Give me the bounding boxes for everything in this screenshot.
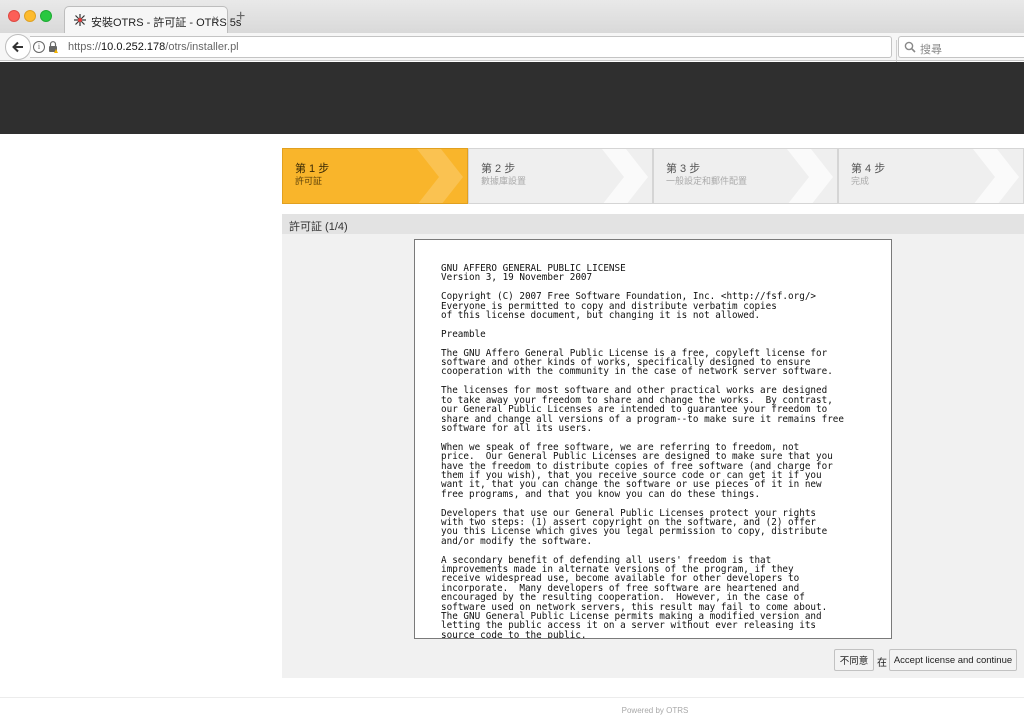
step-1: 第 1 步 許可証	[282, 148, 468, 204]
panel-header: 許可証 (1/4)	[282, 214, 1024, 234]
license-panel: 許可証 (1/4) GNU AFFERO GENERAL PUBLIC LICE…	[282, 214, 1024, 678]
info-icon[interactable]: i	[33, 41, 45, 53]
or-text: 在	[877, 658, 887, 669]
powered-by-footer: Powered by OTRS	[621, 706, 689, 715]
otrs-favicon-icon	[74, 14, 86, 26]
step-4: 第 4 步 完成	[838, 148, 1024, 204]
search-box[interactable]: 搜尋	[898, 36, 1024, 58]
lock-warning-icon[interactable]	[48, 41, 58, 53]
step-sub: 一般設定和郵件配置	[666, 176, 748, 186]
step-sub: 數據庫設置	[481, 176, 527, 186]
browser-navbar: i https://10.0.252.178/otrs/installer.pl…	[0, 33, 1024, 62]
back-button[interactable]	[5, 34, 31, 60]
browser-titlebar: 安裝OTRS - 許可証 - OTRS 5s × +	[0, 0, 1024, 33]
minimize-window-button[interactable]	[24, 10, 36, 22]
close-window-button[interactable]	[8, 10, 20, 22]
chevron-right-icon	[417, 149, 463, 203]
license-text-box[interactable]: GNU AFFERO GENERAL PUBLIC LICENSE Versio…	[414, 239, 892, 639]
otrs-header-bar	[0, 62, 1024, 134]
step-3: 第 3 步 一般設定和郵件配置	[653, 148, 838, 204]
step-2: 第 2 步 數據庫設置	[468, 148, 653, 204]
accept-license-button[interactable]: Accept license and continue	[889, 649, 1017, 671]
back-arrow-icon	[12, 41, 23, 53]
footer-divider	[0, 697, 1024, 698]
chevron-right-icon	[602, 149, 648, 203]
installer-steps: 第 1 步 許可証 第 2 步 數據庫設置 第 3 步 一般設定和郵件配置 第 …	[282, 148, 1024, 204]
new-tab-button[interactable]: +	[236, 8, 245, 26]
url-text[interactable]: https://10.0.252.178/otrs/installer.pl	[68, 41, 239, 53]
search-icon	[904, 41, 916, 53]
chevron-right-icon	[787, 149, 833, 203]
tab-close-icon[interactable]: ×	[212, 12, 219, 26]
license-text: GNU AFFERO GENERAL PUBLIC LICENSE Versio…	[441, 263, 844, 639]
step-sub: 完成	[851, 176, 870, 186]
zoom-window-button[interactable]	[40, 10, 52, 22]
step-sub: 許可証	[295, 176, 323, 186]
address-bar[interactable]: i https://10.0.252.178/otrs/installer.pl	[30, 36, 913, 62]
disagree-button[interactable]: 不同意	[834, 649, 874, 671]
browser-tab[interactable]: 安裝OTRS - 許可証 - OTRS 5s ×	[64, 6, 241, 33]
panel-title: 許可証 (1/4)	[289, 221, 348, 233]
chevron-right-icon	[973, 149, 1019, 203]
search-placeholder: 搜尋	[920, 44, 942, 56]
